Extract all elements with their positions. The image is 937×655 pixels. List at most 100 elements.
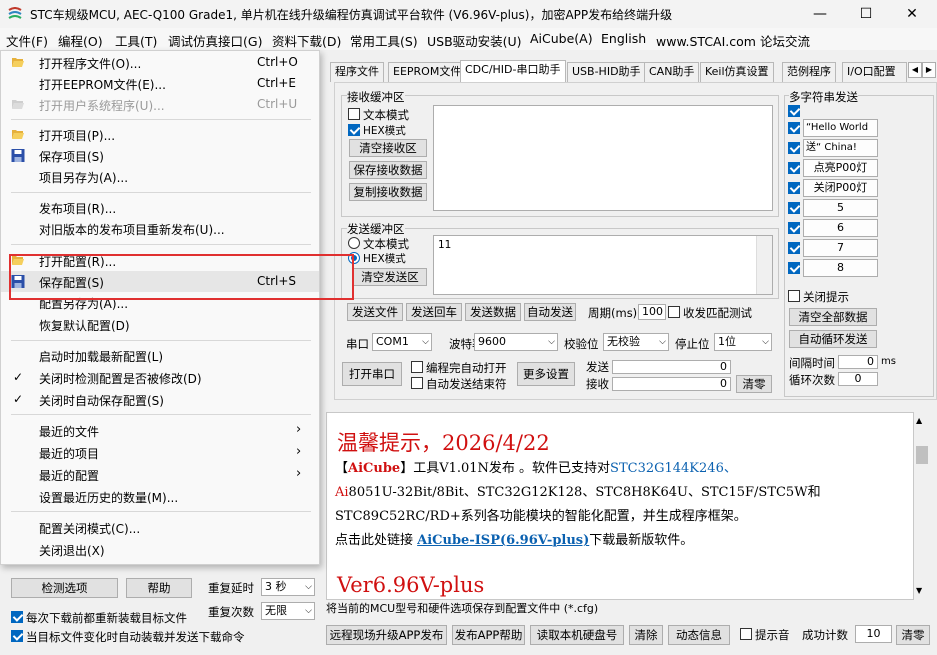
multi-row-5-checkbox[interactable] (788, 202, 800, 214)
menu-usb-driver[interactable]: USB驱动安装(U) (427, 31, 522, 50)
menu-download[interactable]: 资料下载(D) (272, 31, 341, 50)
multi-row-7-checkbox[interactable] (788, 242, 800, 254)
info-scrollbar[interactable]: ▲ ▼ (914, 412, 931, 600)
menu-common-tools[interactable]: 常用工具(S) (350, 31, 418, 50)
multi-row-2-button[interactable]: 送“ China! (803, 139, 878, 157)
send-text-mode-radio[interactable] (348, 237, 360, 249)
close-button[interactable]: ✕ (889, 0, 935, 28)
period-input[interactable]: 100 (638, 304, 666, 320)
menu-save-project-as[interactable]: 项目另存为(A)... (1, 166, 319, 187)
open-port-button[interactable]: 打开串口 (342, 362, 402, 386)
menu-program[interactable]: 编程(O) (58, 31, 103, 50)
scroll-up-icon[interactable]: ▲ (916, 416, 922, 425)
clear-all-data-button[interactable]: 清空全部数据 (789, 308, 877, 326)
interval-input[interactable]: 0 (838, 355, 878, 369)
multi-row-3-checkbox[interactable] (788, 162, 800, 174)
scroll-thumb[interactable] (916, 446, 928, 464)
multi-row-5-button[interactable]: 5 (803, 199, 878, 217)
baud-select[interactable]: 9600 ⌵ (474, 333, 558, 351)
menu-close-mode[interactable]: 配置关闭模式(C)... (1, 517, 319, 538)
multi-row-1-checkbox[interactable] (788, 122, 800, 134)
send-return-button[interactable]: 发送回车 (406, 303, 462, 321)
loop-count-input[interactable]: 0 (838, 372, 878, 386)
help-button[interactable]: 帮助 (126, 578, 192, 598)
tab-can[interactable]: CAN助手 (644, 62, 700, 82)
multi-row-8-button[interactable]: 8 (803, 259, 878, 277)
menu-set-history-count[interactable]: 设置最近历史的数量(M)... (1, 486, 319, 507)
receive-text-mode-checkbox[interactable] (348, 108, 360, 120)
multi-row-4-checkbox[interactable] (788, 182, 800, 194)
menu-recent-projects[interactable]: 最近的项目 › (1, 442, 319, 463)
clear-receive-button[interactable]: 清空接收区 (349, 139, 427, 157)
menu-forum[interactable]: www.STCAI.com 论坛交流 (656, 31, 810, 50)
send-file-button[interactable]: 发送文件 (347, 303, 403, 321)
tone-checkbox[interactable] (740, 628, 752, 640)
menu-recent-configs[interactable]: 最近的配置 › (1, 464, 319, 485)
remote-upgrade-button[interactable]: 远程现场升级APP发布 (326, 625, 447, 645)
menu-restore-default-config[interactable]: 恢复默认配置(D) (1, 314, 319, 335)
zero-button[interactable]: 清零 (896, 625, 930, 645)
tab-scroll-right-icon[interactable]: ▶ (922, 62, 936, 78)
read-disk-button[interactable]: 读取本机硬盘号 (530, 625, 624, 645)
close-tip-checkbox[interactable] (788, 290, 800, 302)
tab-io-config[interactable]: I/O口配置 (842, 62, 907, 82)
tab-examples[interactable]: 范例程序 (782, 62, 836, 82)
multi-row-6-button[interactable]: 6 (803, 219, 878, 237)
tab-keil[interactable]: Keil仿真设置 (700, 62, 774, 82)
menu-english[interactable]: English (601, 31, 646, 46)
multi-row-7-button[interactable]: 7 (803, 239, 878, 257)
multi-row-6-checkbox[interactable] (788, 222, 800, 234)
send-data-button[interactable]: 发送数据 (465, 303, 521, 321)
tab-eeprom-file[interactable]: EEPROM文件 (388, 62, 467, 82)
menu-tools[interactable]: 工具(T) (115, 31, 157, 50)
publish-help-button[interactable]: 发布APP帮助 (452, 625, 525, 645)
multi-all-checkbox[interactable] (788, 105, 800, 117)
menu-publish-project[interactable]: 发布项目(R)... (1, 197, 319, 218)
tab-scroll-left-icon[interactable]: ◀ (908, 62, 922, 78)
tab-serial-assistant[interactable]: CDC/HID-串口助手 (460, 60, 566, 82)
retry-count-select[interactable]: 无限 ⌵ (261, 602, 315, 620)
send-textarea[interactable]: 11 (433, 235, 773, 295)
auto-open-checkbox[interactable] (411, 361, 423, 373)
menu-open-eeprom[interactable]: 打开EEPROM文件(E)... Ctrl+E (1, 73, 319, 94)
reload-checkbox[interactable] (11, 611, 23, 623)
clear-send-button[interactable]: 清空发送区 (353, 268, 427, 286)
check-options-button[interactable]: 检测选项 (11, 578, 118, 598)
auto-loop-send-button[interactable]: 自动循环发送 (789, 330, 877, 348)
receive-hex-mode-checkbox[interactable] (348, 124, 360, 136)
multi-row-8-checkbox[interactable] (788, 262, 800, 274)
multi-row-2-checkbox[interactable] (788, 142, 800, 154)
menu-file[interactable]: 文件(F) (6, 31, 48, 50)
stop-select[interactable]: 1位 ⌵ (714, 333, 772, 351)
tab-program-file[interactable]: 程序文件 (330, 62, 384, 82)
auto-send-button[interactable]: 自动发送 (524, 303, 576, 321)
parity-select[interactable]: 无校验 ⌵ (603, 333, 669, 351)
tab-usb-hid[interactable]: USB-HID助手 (567, 62, 646, 82)
more-settings-button[interactable]: 更多设置 (517, 362, 575, 386)
port-select[interactable]: COM1 ⌵ (372, 333, 432, 351)
menu-aicube[interactable]: AiCube(A) (530, 31, 593, 46)
multi-row-3-button[interactable]: 点亮P00灯 (803, 159, 878, 177)
menu-check-config-modified[interactable]: ✓ 关闭时检测配置是否被修改(D) (1, 367, 319, 388)
menu-exit[interactable]: 关闭退出(X) (1, 539, 319, 560)
retry-delay-select[interactable]: 3 秒 ⌵ (261, 578, 315, 596)
save-receive-button[interactable]: 保存接收数据 (349, 161, 427, 179)
match-test-checkbox[interactable] (668, 306, 680, 318)
menu-debug[interactable]: 调试仿真接口(G) (168, 31, 262, 50)
menu-open-program[interactable]: 打开程序文件(O)... Ctrl+O (1, 52, 319, 73)
info-download-link[interactable]: AiCube-ISP(6.96V-plus) (417, 533, 589, 548)
auto-send-end-checkbox[interactable] (411, 377, 423, 389)
multi-row-1-button[interactable]: “Hello World (803, 119, 878, 137)
menu-save-project[interactable]: 保存项目(S) (1, 145, 319, 166)
scroll-down-icon[interactable]: ▼ (916, 586, 922, 595)
copy-receive-button[interactable]: 复制接收数据 (349, 183, 427, 201)
maximize-button[interactable]: ☐ (843, 0, 889, 28)
clear-button[interactable]: 清除 (629, 625, 663, 645)
send-scrollbar[interactable] (756, 236, 772, 294)
clear-counts-button[interactable]: 清零 (736, 375, 772, 393)
menu-load-latest-config[interactable]: 启动时加载最新配置(L) (1, 345, 319, 366)
receive-textarea[interactable] (433, 105, 773, 211)
auto-load-checkbox[interactable] (11, 630, 23, 642)
minimize-button[interactable]: — (797, 0, 843, 28)
menu-open-project[interactable]: 打开项目(P)... (1, 124, 319, 145)
